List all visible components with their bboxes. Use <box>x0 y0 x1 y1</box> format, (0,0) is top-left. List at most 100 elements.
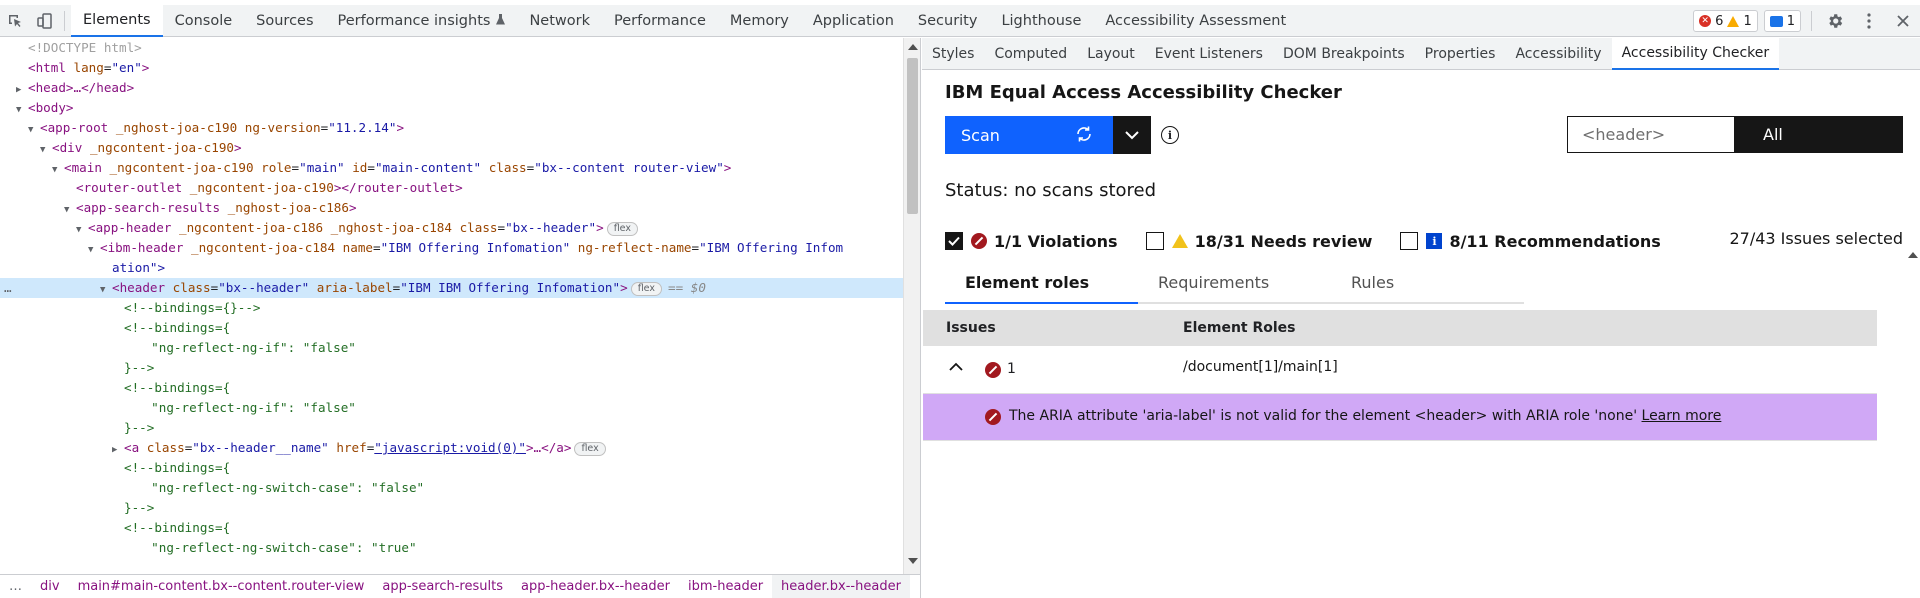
collapse-triangle-icon[interactable]: ▼ <box>100 280 112 298</box>
tab-security[interactable]: Security <box>906 5 990 37</box>
dom-tree-scrollbar[interactable] <box>903 38 920 574</box>
tab-layout[interactable]: Layout <box>1077 38 1145 70</box>
collapse-triangle-icon[interactable]: ▼ <box>16 100 28 118</box>
dom-node-line[interactable]: }--> <box>0 358 903 378</box>
tab-console[interactable]: Console <box>163 5 245 37</box>
dom-node-line[interactable]: "ng-reflect-ng-if": "false" <box>0 398 903 418</box>
chevron-up-icon[interactable] <box>949 360 963 376</box>
dom-node-line[interactable]: ▶ <head>…</head> <box>0 78 903 98</box>
needs-review-checkbox[interactable] <box>1145 232 1164 250</box>
breadcrumb-item[interactable]: app-search-results <box>373 575 512 598</box>
selected-node-dots-icon[interactable]: … <box>4 278 12 298</box>
issues-badge[interactable]: 1 <box>1763 10 1801 32</box>
dom-node-line[interactable]: ▼ <app-search-results _nghost-joa-c186> <box>0 198 903 218</box>
recommendations-filter[interactable]: i 8/11 Recommendations <box>1400 232 1661 251</box>
flex-badge[interactable]: flex <box>630 282 662 296</box>
violations-checkbox[interactable] <box>945 232 963 250</box>
breadcrumb-more-icon[interactable]: … <box>910 575 920 598</box>
dom-node-line[interactable]: "ng-reflect-ng-switch-case": "true" <box>0 538 903 558</box>
dom-node-line[interactable]: ▼ <app-root _nghost-joa-c190 ng-version="… <box>0 118 903 138</box>
checker-scrollbar[interactable] <box>1906 248 1920 598</box>
collapse-triangle-icon[interactable]: ▼ <box>52 160 64 178</box>
expand-triangle-icon[interactable]: ▶ <box>16 80 28 98</box>
dom-node-line[interactable]: ▼ <main _ngcontent-joa-c190 role="main" i… <box>0 158 903 178</box>
tab-performance-insights[interactable]: Performance insights <box>326 5 518 37</box>
tab-styles[interactable]: Styles <box>922 38 984 70</box>
view-tab-element-roles[interactable]: Element roles <box>945 264 1138 304</box>
dom-node-line[interactable]: <!DOCTYPE html> <box>0 38 903 58</box>
info-icon[interactable]: i <box>1161 126 1179 144</box>
console-counts-badge[interactable]: ✕ 6 1 <box>1693 10 1758 32</box>
focus-element-field[interactable]: <header> <box>1567 116 1735 153</box>
dom-node-line[interactable]: <html lang="en"> <box>0 58 903 78</box>
breadcrumb-item[interactable]: div <box>31 575 69 598</box>
tab-sources[interactable]: Sources <box>244 5 325 37</box>
dom-node-line[interactable]: }--> <box>0 418 903 438</box>
scroll-down-arrow-icon[interactable] <box>908 558 918 564</box>
tab-performance[interactable]: Performance <box>602 5 718 37</box>
breadcrumb-item[interactable]: main#main-content.bx--content.router-vie… <box>69 575 374 598</box>
scroll-up-arrow-icon[interactable] <box>908 44 918 50</box>
dom-node-line[interactable]: "ng-reflect-ng-if": "false" <box>0 338 903 358</box>
tab-memory[interactable]: Memory <box>718 5 801 37</box>
learn-more-link[interactable]: Learn more <box>1642 408 1722 424</box>
scan-button[interactable]: Scan <box>945 116 1113 154</box>
tab-computed[interactable]: Computed <box>984 38 1077 70</box>
device-toolbar-icon[interactable] <box>30 5 60 37</box>
href-link[interactable]: "javascript:void(0)" <box>374 440 526 455</box>
dom-tree[interactable]: <!DOCTYPE html> <html lang="en"> ▶ <head>…<… <box>0 38 903 574</box>
tab-accessibility[interactable]: Accessibility <box>1505 38 1611 70</box>
tab-elements[interactable]: Elements <box>71 4 163 37</box>
tab-properties[interactable]: Properties <box>1415 38 1506 70</box>
scrollbar-thumb[interactable] <box>907 58 918 214</box>
dom-node-line[interactable]: <!--bindings={ <box>0 518 903 538</box>
dom-node-line[interactable]: ▶ <a class="bx--header__name" href="javas… <box>0 438 903 458</box>
recommendations-checkbox[interactable] <box>1400 232 1419 250</box>
scroll-up-arrow-icon[interactable] <box>1908 252 1918 258</box>
view-tab-requirements[interactable]: Requirements <box>1138 264 1331 304</box>
issue-detail-row[interactable]: The ARIA attribute 'aria-label' is not v… <box>923 394 1877 440</box>
expand-triangle-icon[interactable]: ▶ <box>112 440 124 458</box>
tab-event-listeners[interactable]: Event Listeners <box>1145 38 1273 70</box>
scan-options-dropdown[interactable] <box>1113 116 1151 154</box>
dom-node-line[interactable]: <!--bindings={ <box>0 458 903 478</box>
dom-node-line[interactable]: ▼ <ibm-header _ngcontent-joa-c184 name="I… <box>0 238 903 258</box>
flex-badge[interactable]: flex <box>574 442 606 456</box>
dom-node-line[interactable]: <!--bindings={}--> <box>0 298 903 318</box>
tab-accessibility-assessment[interactable]: Accessibility Assessment <box>1093 5 1298 37</box>
view-tab-rules[interactable]: Rules <box>1331 264 1524 304</box>
tab-dom-breakpoints[interactable]: DOM Breakpoints <box>1273 38 1415 70</box>
collapse-triangle-icon[interactable]: ▼ <box>28 120 40 138</box>
collapse-triangle-icon[interactable]: ▼ <box>76 220 88 238</box>
dom-node-line[interactable]: ation"> <box>0 258 903 278</box>
dom-node-line[interactable]: <!--bindings={ <box>0 318 903 338</box>
dom-node-line[interactable]: <!--bindings={ <box>0 378 903 398</box>
table-row[interactable]: 1 /document[1]/main[1] <box>923 346 1877 394</box>
needs-review-filter[interactable]: 18/31 Needs review <box>1145 232 1372 251</box>
close-devtools-icon[interactable] <box>1886 5 1920 37</box>
breadcrumb-item[interactable]: ibm-header <box>679 575 772 598</box>
more-options-icon[interactable] <box>1852 5 1886 37</box>
breadcrumb-more-icon[interactable]: … <box>0 575 31 598</box>
breadcrumb-item[interactable]: header.bx--header <box>772 575 910 598</box>
collapse-triangle-icon[interactable]: ▼ <box>64 200 76 218</box>
breadcrumb-item[interactable]: app-header.bx--header <box>512 575 679 598</box>
tab-lighthouse[interactable]: Lighthouse <box>989 5 1093 37</box>
tab-network[interactable]: Network <box>517 5 602 37</box>
dom-node-line[interactable]: ▼ <div _ngcontent-joa-c190> <box>0 138 903 158</box>
dom-node-line[interactable]: … ▼ <header class="bx--header" aria-label=… <box>0 278 903 298</box>
dom-node-line[interactable]: <router-outlet _ngcontent-joa-c190></rou… <box>0 178 903 198</box>
collapse-triangle-icon[interactable]: ▼ <box>40 140 52 158</box>
dom-node-line[interactable]: }--> <box>0 498 903 518</box>
tab-application[interactable]: Application <box>801 5 906 37</box>
inspect-element-icon[interactable] <box>0 5 30 37</box>
dom-node-line[interactable]: ▼ <app-header _ngcontent-joa-c186 _nghost… <box>0 218 903 238</box>
settings-gear-icon[interactable] <box>1818 5 1852 37</box>
focus-all-button[interactable]: All <box>1735 116 1903 153</box>
tab-accessibility-checker[interactable]: Accessibility Checker <box>1611 37 1780 70</box>
dom-node-line[interactable]: "ng-reflect-ng-switch-case": "false" <box>0 478 903 498</box>
violations-filter[interactable]: 1/1 Violations <box>945 232 1118 251</box>
flex-badge[interactable]: flex <box>606 222 638 236</box>
dom-node-line[interactable]: ▼ <body> <box>0 98 903 118</box>
collapse-triangle-icon[interactable]: ▼ <box>88 240 100 258</box>
